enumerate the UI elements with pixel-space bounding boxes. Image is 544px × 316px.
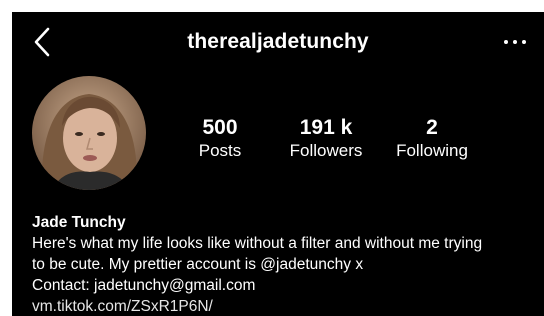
profile-stats: 500 Posts 191 k Followers 2 Following [12, 116, 544, 166]
stat-followers[interactable]: 191 k Followers [271, 116, 381, 162]
followers-count: 191 k [299, 116, 353, 139]
profile-bio: Jade Tunchy Here's what my life looks li… [32, 212, 534, 316]
followers-label: Followers [289, 141, 363, 160]
profile-screen: therealjadetunchy 500 Posts 191 k Follow… [12, 12, 544, 316]
posts-count: 500 [202, 116, 238, 139]
more-horizontal-icon [504, 40, 508, 44]
posts-label: Posts [198, 141, 242, 160]
bio-line: Here's what my life looks like without a… [32, 235, 483, 252]
contact-email: Contact: jadetunchy@gmail.com [32, 277, 256, 294]
bio-link[interactable]: vm.tiktok.com/ZSxR1P6N/ [32, 296, 534, 316]
stat-following[interactable]: 2 Following [377, 116, 487, 162]
more-options-button[interactable] [504, 38, 526, 46]
bio-line: to be cute. My prettier account is @jade… [32, 256, 364, 273]
stat-posts[interactable]: 500 Posts [165, 116, 275, 162]
following-label: Following [396, 141, 468, 160]
display-name: Jade Tunchy [32, 214, 126, 231]
profile-username: therealjadetunchy [187, 30, 369, 53]
following-count: 2 [426, 116, 438, 139]
